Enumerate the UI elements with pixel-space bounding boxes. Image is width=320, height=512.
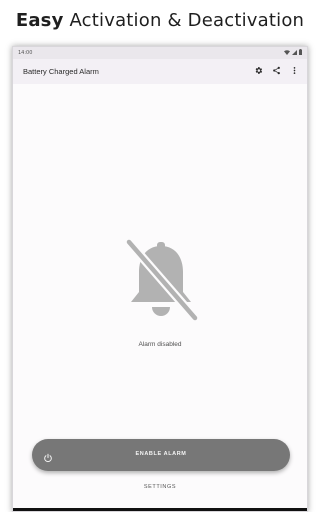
alarm-status-text: Alarm disabled [138, 341, 182, 348]
navigation-bar [13, 508, 307, 511]
device-frame: 14:00 Battery Charged Alarm Alarm disabl… [12, 46, 308, 512]
promo-headline-rest: Activation & Deactivation [69, 10, 305, 31]
wifi-icon [284, 49, 290, 57]
battery-icon [299, 49, 302, 57]
promo-headline: Easy Activation & Deactivation [0, 10, 320, 31]
status-bar: 14:00 [13, 47, 307, 59]
status-time: 14:00 [18, 50, 33, 56]
share-icon[interactable] [272, 66, 281, 75]
bell-off-icon [121, 234, 201, 324]
signal-icon [292, 49, 297, 57]
settings-button[interactable]: SETTINGS [13, 484, 307, 490]
enable-alarm-button[interactable]: ENABLE ALARM [32, 439, 290, 471]
app-title: Battery Charged Alarm [23, 67, 99, 76]
app-actions [254, 66, 299, 75]
promo-headline-bold: Easy [15, 10, 64, 31]
app-bar: Battery Charged Alarm [13, 59, 307, 84]
status-icons [284, 49, 302, 57]
enable-alarm-label: ENABLE ALARM [135, 451, 187, 457]
gear-icon[interactable] [254, 66, 263, 75]
more-vert-icon[interactable] [290, 66, 299, 75]
main-content: Alarm disabled ENABLE ALARM SETTINGS [13, 84, 307, 511]
